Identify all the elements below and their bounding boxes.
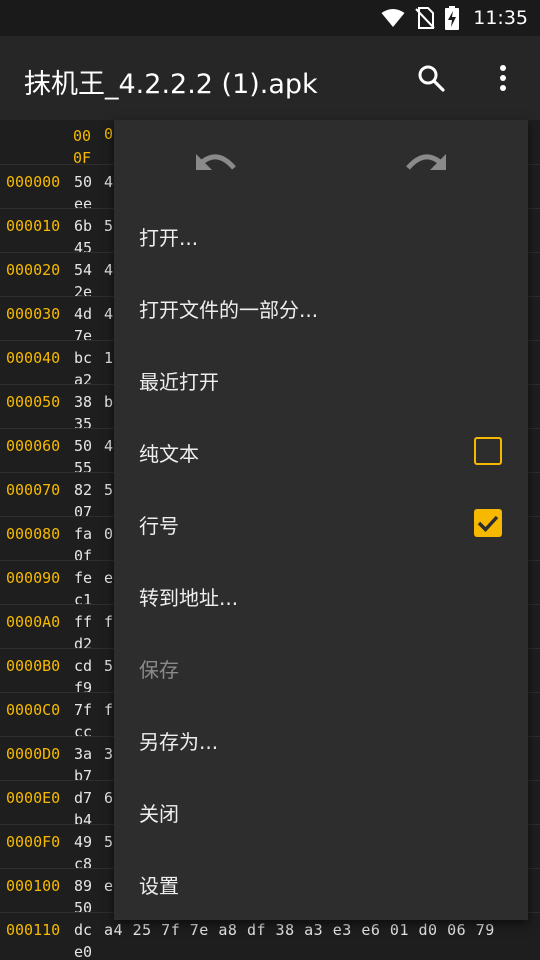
no-sim-icon bbox=[415, 7, 435, 29]
menu-item-label: 关闭 bbox=[139, 802, 179, 826]
menu-item-save-as[interactable]: 另存为... bbox=[114, 704, 528, 776]
row-byte: e bbox=[104, 569, 114, 587]
row-byte: fa bbox=[74, 525, 93, 543]
row-address: 000040 bbox=[6, 349, 61, 367]
row-byte: 3 bbox=[104, 745, 114, 763]
status-time: 11:35 bbox=[473, 7, 528, 29]
row-byte: 6b bbox=[74, 217, 93, 235]
row-byte: dc bbox=[74, 921, 93, 939]
row-address: 000100 bbox=[6, 877, 61, 895]
row-byte: 1 bbox=[104, 349, 114, 367]
row-address: 000030 bbox=[6, 305, 61, 323]
wifi-icon bbox=[381, 9, 405, 27]
row-byte: 50 bbox=[74, 173, 93, 191]
status-icons: 11:35 bbox=[381, 6, 528, 30]
redo-button[interactable] bbox=[396, 142, 452, 182]
row-address: 000020 bbox=[6, 261, 61, 279]
row-address: 000090 bbox=[6, 569, 61, 587]
checkmark-icon bbox=[477, 515, 499, 533]
row-address: 000000 bbox=[6, 173, 61, 191]
menu-item-open-partial[interactable]: 打开文件的一部分... bbox=[114, 272, 528, 344]
status-bar: 11:35 bbox=[0, 0, 540, 36]
row-byte: 4 bbox=[104, 261, 114, 279]
menu-item-save[interactable]: 保存 bbox=[114, 632, 528, 704]
hex-header-col0-top: 00 bbox=[73, 127, 92, 145]
menu-item-label: 设置 bbox=[139, 874, 179, 898]
row-byte: b bbox=[104, 393, 114, 411]
menu-item-label: 纯文本 bbox=[139, 442, 199, 466]
row-byte: cd bbox=[74, 657, 93, 675]
search-button[interactable] bbox=[411, 58, 451, 98]
row-byte: 6 bbox=[104, 789, 114, 807]
row-address: 000050 bbox=[6, 393, 61, 411]
row-byte: e bbox=[104, 877, 114, 895]
menu-item-goto-address[interactable]: 转到地址... bbox=[114, 560, 528, 632]
row-address: 0000F0 bbox=[6, 833, 61, 851]
menu-item-recent[interactable]: 最近打开 bbox=[114, 344, 528, 416]
menu-item-settings[interactable]: 设置 bbox=[114, 848, 528, 920]
row-byte: fe bbox=[74, 569, 93, 587]
row-byte: d7 bbox=[74, 789, 93, 807]
app-title: 抹机王_4.2.2.2 (1).apk bbox=[24, 69, 318, 100]
row-address: 000010 bbox=[6, 217, 61, 235]
row-byte: 89 bbox=[74, 877, 93, 895]
row-byte: 5 bbox=[104, 481, 114, 499]
menu-item-open[interactable]: 打开... bbox=[114, 200, 528, 272]
row-byte: ff bbox=[74, 613, 93, 631]
row-byte: 5 bbox=[104, 833, 114, 851]
undo-button[interactable] bbox=[190, 142, 246, 182]
menu-item-line-numbers[interactable]: 行号 bbox=[114, 488, 528, 560]
row-address: 000060 bbox=[6, 437, 61, 455]
more-options-button[interactable] bbox=[483, 58, 523, 98]
menu-item-label: 最近打开 bbox=[139, 370, 219, 394]
menu-item-label: 另存为... bbox=[139, 730, 219, 754]
row-byte: bc bbox=[74, 349, 93, 367]
menu-item-label: 转到地址... bbox=[139, 586, 239, 610]
hex-header-col0: 00 0F bbox=[73, 125, 91, 169]
menu-item-label: 打开文件的一部分... bbox=[139, 298, 319, 322]
row-bytes-rest: a4 25 7f 7e a8 df 38 a3 e3 e6 01 d0 06 7… bbox=[104, 921, 495, 939]
row-address: 000070 bbox=[6, 481, 61, 499]
row-byte: f bbox=[104, 613, 114, 631]
row-address: 000110 bbox=[6, 921, 61, 939]
redo-icon bbox=[406, 154, 446, 170]
row-byte: 38 bbox=[74, 393, 93, 411]
more-vert-icon bbox=[500, 65, 506, 91]
row-byte: 82 bbox=[74, 481, 93, 499]
undo-redo-row bbox=[114, 120, 528, 192]
row-address: 0000B0 bbox=[6, 657, 61, 675]
row-address: 000080 bbox=[6, 525, 61, 543]
line-numbers-checkbox[interactable] bbox=[474, 509, 502, 537]
row-byte: 4 bbox=[104, 437, 114, 455]
row-byte: 50 bbox=[74, 437, 93, 455]
hex-header-col1: 0 bbox=[104, 125, 114, 143]
row-byte: 4 bbox=[104, 305, 114, 323]
row-byte: f bbox=[104, 701, 114, 719]
menu-item-label: 打开... bbox=[139, 226, 199, 250]
menu-item-plain-text[interactable]: 纯文本 bbox=[114, 416, 528, 488]
row-byte: 5 bbox=[104, 217, 114, 235]
row-byte: 7f bbox=[74, 701, 93, 719]
row-address: 0000A0 bbox=[6, 613, 61, 631]
row-byte: 4d bbox=[74, 305, 93, 323]
row-byte: 3a bbox=[74, 745, 93, 763]
row-address: 0000E0 bbox=[6, 789, 61, 807]
menu-item-close[interactable]: 关闭 bbox=[114, 776, 528, 848]
row-address: 0000C0 bbox=[6, 701, 61, 719]
menu-item-label: 行号 bbox=[139, 514, 179, 538]
undo-icon bbox=[196, 154, 236, 170]
row-byte: 4 bbox=[104, 173, 114, 191]
row-byte-wrap: e0 bbox=[74, 943, 93, 960]
row-address: 0000D0 bbox=[6, 745, 61, 763]
plain-text-checkbox[interactable] bbox=[474, 437, 502, 465]
menu-item-label: 保存 bbox=[139, 658, 179, 682]
row-byte: 5 bbox=[104, 657, 114, 675]
search-icon bbox=[418, 65, 445, 92]
row-byte: 49 bbox=[74, 833, 93, 851]
battery-charging-icon bbox=[445, 6, 460, 30]
row-byte: 54 bbox=[74, 261, 93, 279]
row-byte: 0 bbox=[104, 525, 114, 543]
app-bar: 抹机王_4.2.2.2 (1).apk bbox=[0, 36, 540, 120]
overflow-menu: 打开... 打开文件的一部分... 最近打开 纯文本 行号 转到地址... 保存… bbox=[114, 120, 528, 920]
